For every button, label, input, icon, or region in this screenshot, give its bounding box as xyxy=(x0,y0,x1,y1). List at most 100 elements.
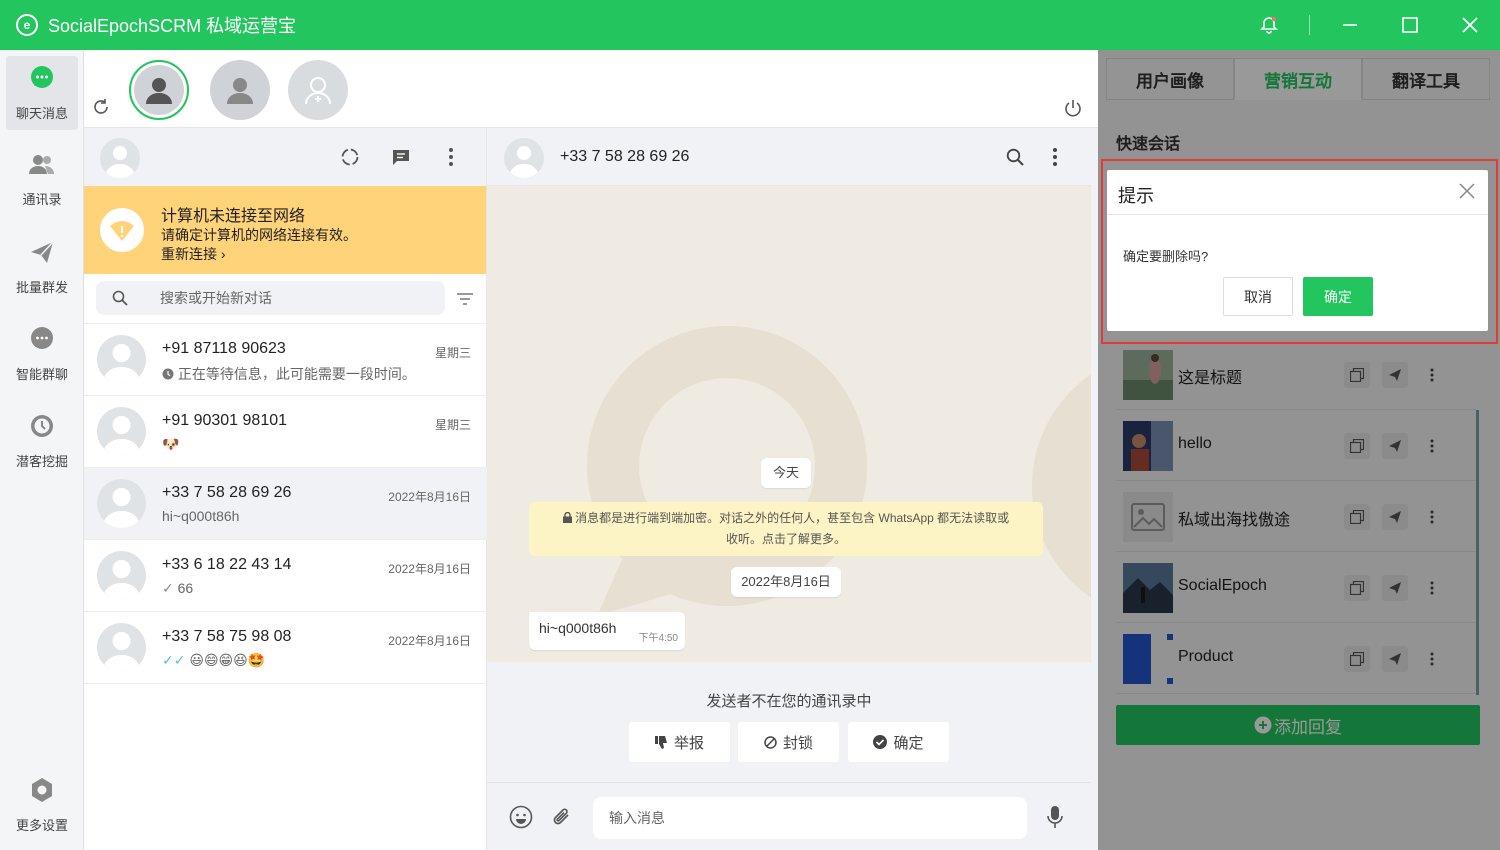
my-avatar[interactable] xyxy=(100,138,140,178)
nav-item-group-chat[interactable]: 智能群聊 xyxy=(6,317,78,391)
chat-bubble-icon xyxy=(28,64,56,95)
confirm-button[interactable]: 确定 xyxy=(1303,277,1373,316)
chat-preview-text: 😃😄😁😆🤩 xyxy=(189,652,266,668)
chat-list-item[interactable]: +33 6 18 22 43 14 2022年8月16日 ✓ 66 xyxy=(84,540,487,612)
chat-list-item-selected[interactable]: +33 7 58 28 69 26 2022年8月16日 hi~q000t86h xyxy=(84,468,487,540)
chat-preview: hi~q000t86h xyxy=(162,508,240,524)
nav-label: 批量群发 xyxy=(15,280,68,295)
chat-list-panel: 计算机未连接至网络 请确定计算机的网络连接有效。 重新连接 › +91 8711… xyxy=(84,128,487,850)
title-bar: e SocialEpochSCRM 私域运营宝 xyxy=(0,0,1500,50)
message-time: 下午4:50 xyxy=(638,633,678,644)
message-composer xyxy=(487,782,1091,850)
clock-icon xyxy=(28,412,56,443)
emoji-icon[interactable] xyxy=(509,805,533,829)
chat-list-item[interactable]: +91 87118 90623 星期三 正在等待信息，此可能需要一段时间。 xyxy=(84,324,487,396)
dialog-divider xyxy=(1107,214,1488,215)
reconnect-link[interactable]: 重新连接 › xyxy=(161,244,226,264)
left-nav: 聊天消息 通讯录 批量群发 智能群聊 潜客挖掘 更多设置 xyxy=(0,50,84,850)
nav-item-prospect[interactable]: 潜客挖掘 xyxy=(6,404,78,478)
microphone-icon[interactable] xyxy=(1045,805,1065,829)
nav-item-contacts[interactable]: 通讯录 xyxy=(6,143,78,217)
unknown-sender-panel: 发送者不在您的通讯录中 举报 封锁 确定 xyxy=(487,662,1091,782)
title-separator xyxy=(1309,15,1310,35)
conversation-panel: +33 7 58 28 69 26 今天 消息都是进行端到端加密。对话之外的任何… xyxy=(487,128,1091,850)
search-input[interactable] xyxy=(160,281,430,315)
nav-label: 智能群聊 xyxy=(15,367,68,382)
nav-item-chats[interactable]: 聊天消息 xyxy=(6,56,78,130)
chat-preview: ✓✓ 😃😄😁😆🤩 xyxy=(162,652,265,669)
group-chat-icon xyxy=(28,325,56,356)
nav-item-broadcast[interactable]: 批量群发 xyxy=(6,230,78,304)
close-icon[interactable] xyxy=(1458,182,1476,200)
status-icon[interactable] xyxy=(339,146,361,168)
sent-check-icon: ✓ xyxy=(162,580,174,596)
minimize-button[interactable] xyxy=(1320,0,1380,50)
app-logo-icon: e xyxy=(16,14,38,36)
chat-preview-text: 正在等待信息，此可能需要一段时间。 xyxy=(177,366,416,382)
chat-list-item[interactable]: +91 90301 98101 星期三 🐶 xyxy=(84,396,487,468)
block-icon xyxy=(764,735,777,749)
unknown-sender-text: 发送者不在您的通讯录中 xyxy=(706,693,872,710)
account-avatar[interactable] xyxy=(210,60,270,120)
add-account-avatar[interactable] xyxy=(288,60,348,120)
confirm-contact-button[interactable]: 确定 xyxy=(848,722,949,762)
incoming-message: hi~q000t86h 下午4:50 xyxy=(529,612,685,650)
new-chat-icon[interactable] xyxy=(390,146,412,168)
refresh-icon[interactable] xyxy=(90,96,112,118)
power-icon[interactable] xyxy=(1062,97,1084,119)
report-button[interactable]: 举报 xyxy=(629,722,730,762)
report-label: 举报 xyxy=(673,734,704,752)
conversation-header: +33 7 58 28 69 26 xyxy=(487,128,1091,186)
attach-paperclip-icon[interactable] xyxy=(550,805,574,829)
dialog-message: 确定要删除吗? xyxy=(1123,249,1209,264)
chat-date: 星期三 xyxy=(434,346,471,360)
contact-avatar xyxy=(97,407,146,456)
nav-item-settings[interactable]: 更多设置 xyxy=(6,768,78,842)
chat-date: 2022年8月16日 xyxy=(388,490,471,504)
search-box xyxy=(96,281,445,315)
encryption-notice[interactable]: 消息都是进行端到端加密。对话之外的任何人，甚至包含 WhatsApp 都无法读取… xyxy=(529,502,1043,556)
chat-name: +91 87118 90623 xyxy=(162,340,286,357)
confirm-delete-dialog: 提示 确定要删除吗? 取消 确定 xyxy=(1107,170,1488,331)
contact-avatar[interactable] xyxy=(504,138,544,178)
app-title: SocialEpochSCRM 私域运营宝 xyxy=(48,16,297,36)
warning-title: 计算机未连接至网络 xyxy=(161,208,306,225)
filter-icon[interactable] xyxy=(456,291,474,307)
maximize-button[interactable] xyxy=(1380,0,1440,50)
chat-name: +33 7 58 75 98 08 xyxy=(162,628,292,645)
close-window-button[interactable] xyxy=(1440,0,1500,50)
message-area: 今天 消息都是进行端到端加密。对话之外的任何人，甚至包含 WhatsApp 都无… xyxy=(487,186,1091,662)
chat-preview: 🐶 xyxy=(162,436,180,452)
chat-name: +91 90301 98101 xyxy=(162,412,288,429)
nav-label: 聊天消息 xyxy=(15,106,68,121)
nav-label: 潜客挖掘 xyxy=(15,454,68,469)
cancel-button[interactable]: 取消 xyxy=(1223,277,1293,316)
menu-kebab-icon[interactable] xyxy=(440,146,462,168)
chat-date: 2022年8月16日 xyxy=(388,562,471,576)
settings-gear-icon xyxy=(28,776,56,807)
thumbs-down-icon xyxy=(654,735,668,749)
contacts-icon xyxy=(27,152,57,181)
chat-date: 星期三 xyxy=(434,418,471,432)
contact-avatar xyxy=(97,551,146,600)
check-circle-icon xyxy=(873,735,888,749)
chat-list-header xyxy=(84,128,486,186)
nav-label: 更多设置 xyxy=(15,818,68,833)
notification-bell-icon[interactable] xyxy=(1239,0,1299,50)
chat-date: 2022年8月16日 xyxy=(388,634,471,648)
account-avatar[interactable] xyxy=(129,60,189,120)
search-icon[interactable] xyxy=(1004,146,1026,168)
lock-icon xyxy=(562,509,572,529)
block-button[interactable]: 封锁 xyxy=(738,722,839,762)
chat-name: +33 6 18 22 43 14 xyxy=(162,556,292,573)
encryption-text: 收听。点击了解更多。 xyxy=(725,532,846,546)
network-warning-banner: 计算机未连接至网络 请确定计算机的网络连接有效。 重新连接 › xyxy=(84,186,486,274)
nav-label: 通讯录 xyxy=(22,192,62,207)
warning-desc: 请确定计算机的网络连接有效。 xyxy=(161,227,357,243)
chat-list-item[interactable]: +33 7 58 75 98 08 2022年8月16日 ✓✓ 😃😄😁😆🤩 xyxy=(84,612,487,684)
account-strip xyxy=(84,50,1098,128)
background-watermark-icon xyxy=(1032,374,1091,598)
wifi-warning-icon xyxy=(100,208,144,252)
menu-kebab-icon[interactable] xyxy=(1044,146,1066,168)
message-input[interactable] xyxy=(593,797,1027,839)
